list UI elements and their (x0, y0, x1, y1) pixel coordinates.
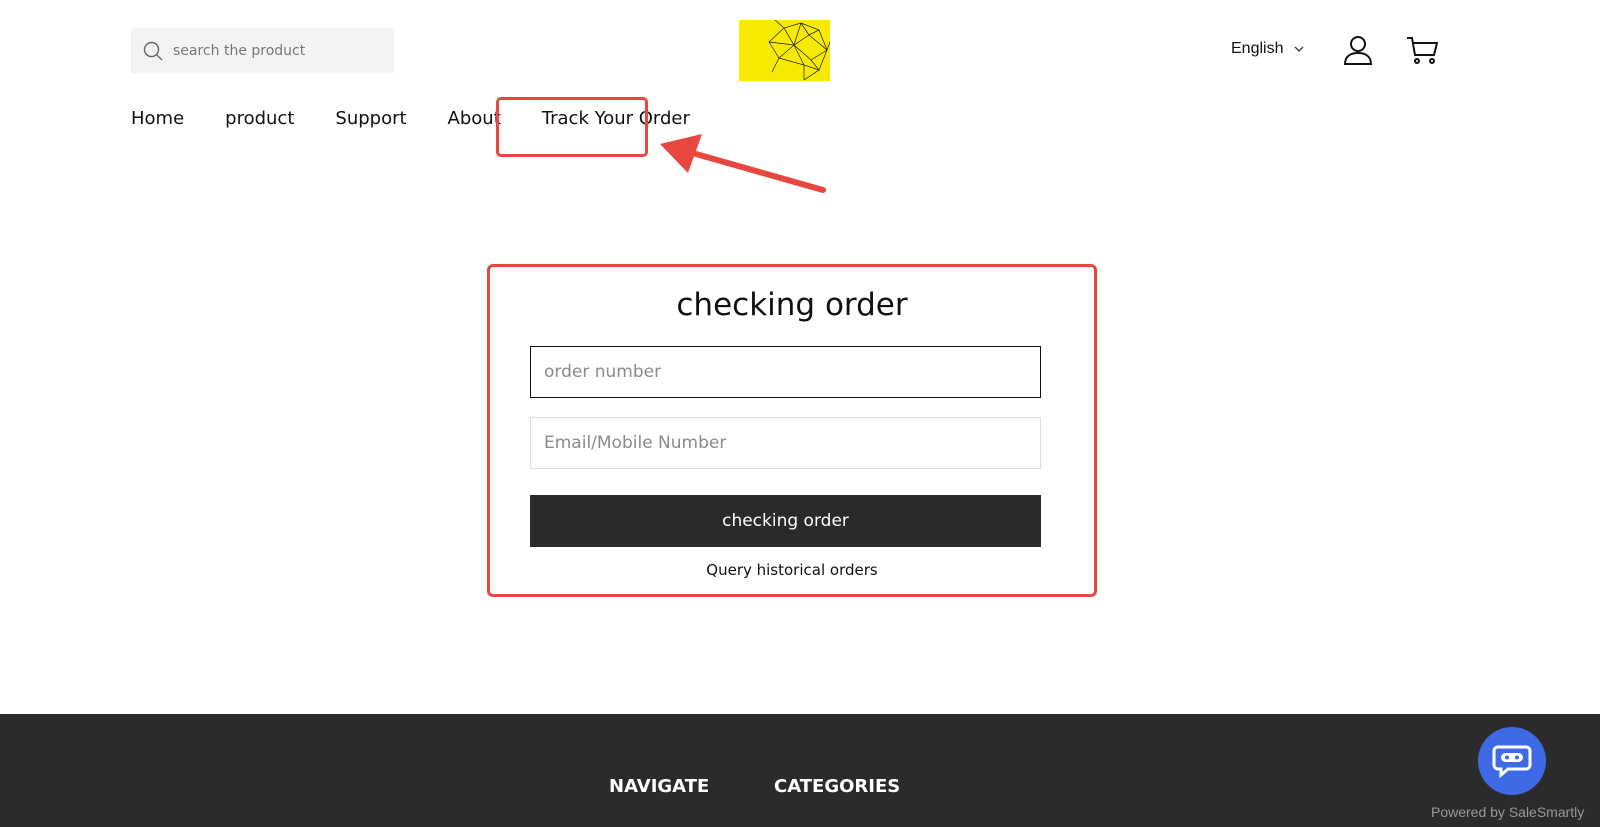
powered-by-label: Powered by SaleSmartly (1431, 804, 1585, 820)
footer: NAVIGATE CATEGORIES (0, 714, 1600, 827)
language-selector[interactable]: English (1231, 40, 1305, 58)
chat-widget-button[interactable] (1478, 727, 1546, 795)
store-logo[interactable] (739, 20, 830, 81)
nav-item-about[interactable]: About (448, 108, 501, 129)
order-tracking-panel: checking order checking order Query hist… (487, 264, 1097, 597)
email-mobile-input[interactable] (530, 417, 1041, 469)
chevron-down-icon (1295, 46, 1304, 52)
order-number-input[interactable] (530, 346, 1041, 398)
search-box[interactable] (131, 28, 394, 73)
footer-heading-categories: CATEGORIES (774, 776, 901, 797)
language-label: English (1231, 40, 1284, 57)
search-icon (143, 41, 163, 60)
nav-item-product[interactable]: product (225, 108, 294, 129)
chat-icon (1492, 745, 1532, 778)
query-history-link[interactable]: Query historical orders (490, 561, 1094, 579)
footer-heading-navigate: NAVIGATE (609, 776, 710, 797)
logo-graphic (768, 20, 830, 81)
annotation-arrow-icon (660, 134, 826, 193)
checking-order-button[interactable]: checking order (530, 495, 1041, 547)
search-input[interactable] (173, 42, 373, 59)
user-icon[interactable] (1343, 35, 1373, 65)
main-nav: Home product Support About Track Your Or… (131, 108, 690, 129)
cart-icon[interactable] (1406, 35, 1438, 65)
nav-item-support[interactable]: Support (335, 108, 406, 129)
nav-item-home[interactable]: Home (131, 108, 184, 129)
nav-item-track-order[interactable]: Track Your Order (542, 108, 690, 129)
panel-title: checking order (676, 287, 908, 323)
